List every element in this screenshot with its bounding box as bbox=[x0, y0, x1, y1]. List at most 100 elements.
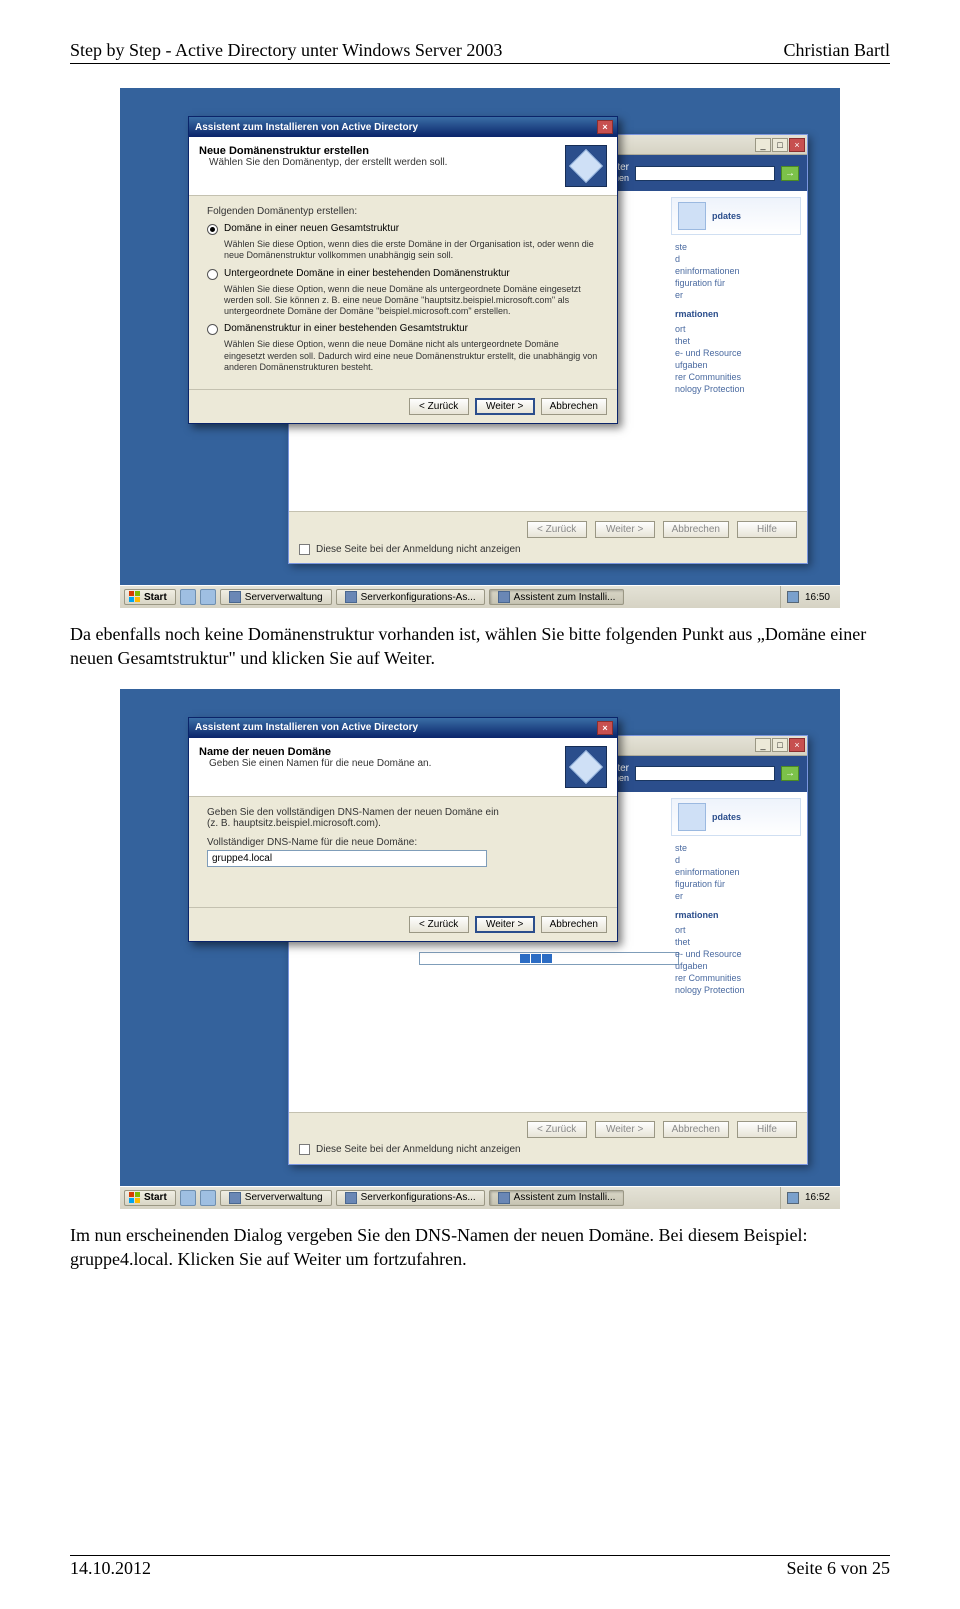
radio-new-forest-label: Domäne in einer neuen Gesamtstruktur bbox=[224, 223, 399, 234]
rp-link[interactable]: nology Protection bbox=[675, 383, 797, 395]
bg-back-button[interactable]: < Zurück bbox=[527, 521, 587, 538]
wizard-title: Assistent zum Installieren von Active Di… bbox=[195, 722, 418, 733]
rp-link[interactable]: rer Communities bbox=[675, 972, 797, 984]
dns-name-label: Vollständiger DNS-Name für die neue Domä… bbox=[207, 837, 599, 848]
rp-section-title: rmationen bbox=[671, 303, 801, 321]
wizard-back-button[interactable]: < Zurück bbox=[409, 916, 469, 933]
wizard-close-button[interactable]: × bbox=[597, 120, 613, 134]
updates-icon bbox=[678, 202, 706, 230]
tray-icon[interactable] bbox=[787, 591, 799, 603]
radio-child-domain-label: Untergeordnete Domäne in einer bestehend… bbox=[224, 268, 510, 279]
rp-link[interactable]: eninformationen bbox=[675, 866, 797, 878]
close-button[interactable]: × bbox=[789, 138, 805, 152]
rp-link[interactable]: d bbox=[675, 253, 797, 265]
bg-cancel-button[interactable]: Abbrechen bbox=[663, 521, 729, 538]
bg-next-button[interactable]: Weiter > bbox=[595, 1121, 655, 1138]
search-go-button[interactable]: → bbox=[781, 766, 799, 781]
taskbar-item[interactable]: Assistent zum Installi... bbox=[489, 589, 625, 605]
rp-link[interactable]: e- und Resource bbox=[675, 347, 797, 359]
rp-link[interactable]: ste bbox=[675, 842, 797, 854]
wizard-next-button[interactable]: Weiter > bbox=[475, 916, 535, 933]
help-search-input[interactable] bbox=[635, 766, 775, 781]
doc-header-left: Step by Step - Active Directory unter Wi… bbox=[70, 40, 502, 61]
taskbar-item[interactable]: Serververwaltung bbox=[220, 589, 332, 605]
quicklaunch-icon[interactable] bbox=[180, 589, 196, 605]
rp-link[interactable]: ste bbox=[675, 241, 797, 253]
rp-link[interactable]: d bbox=[675, 854, 797, 866]
rp-link[interactable]: nology Protection bbox=[675, 984, 797, 996]
ad-icon bbox=[565, 746, 607, 788]
maximize-button[interactable]: □ bbox=[772, 738, 788, 752]
rp-link[interactable]: ufgaben bbox=[675, 359, 797, 371]
windows-flag-icon bbox=[129, 591, 141, 603]
right-panel: pdates ste d eninformationen figuration … bbox=[671, 798, 801, 998]
radio-tree-existing[interactable] bbox=[207, 324, 218, 335]
wizard-next-button[interactable]: Weiter > bbox=[475, 398, 535, 415]
wizard-cancel-button[interactable]: Abbrechen bbox=[541, 916, 607, 933]
ad-wizard: Assistent zum Installieren von Active Di… bbox=[188, 717, 618, 942]
wizard-step-sub: Wählen Sie den Domänentyp, der erstellt … bbox=[199, 157, 555, 168]
wizard-step-sub: Geben Sie einen Namen für die neue Domän… bbox=[199, 758, 555, 769]
rp-link[interactable]: er bbox=[675, 890, 797, 902]
minimize-button[interactable]: _ bbox=[755, 138, 771, 152]
dont-show-label: Diese Seite bei der Anmeldung nicht anze… bbox=[316, 1144, 521, 1155]
taskbar-item[interactable]: Serverkonfigurations-As... bbox=[336, 1190, 485, 1206]
rp-link[interactable]: ufgaben bbox=[675, 960, 797, 972]
wizard-close-button[interactable]: × bbox=[597, 721, 613, 735]
wizard-step-title: Neue Domänenstruktur erstellen bbox=[199, 145, 555, 157]
quicklaunch-icon[interactable] bbox=[200, 1190, 216, 1206]
rp-link[interactable]: figuration für bbox=[675, 878, 797, 890]
right-panel: pdates ste d eninformationen figuration … bbox=[671, 197, 801, 397]
quicklaunch-icon[interactable] bbox=[180, 1190, 196, 1206]
wizard-intro: Folgenden Domänentyp erstellen: bbox=[207, 206, 599, 217]
doc-footer-date: 14.10.2012 bbox=[70, 1558, 151, 1579]
dns-name-input[interactable]: gruppe4.local bbox=[207, 850, 487, 867]
doc-header-right: Christian Bartl bbox=[784, 40, 891, 61]
bg-next-button[interactable]: Weiter > bbox=[595, 521, 655, 538]
rp-link[interactable]: ort bbox=[675, 323, 797, 335]
rp-link[interactable]: er bbox=[675, 289, 797, 301]
rp-link[interactable]: thet bbox=[675, 936, 797, 948]
wizard-back-button[interactable]: < Zurück bbox=[409, 398, 469, 415]
wizard-cancel-button[interactable]: Abbrechen bbox=[541, 398, 607, 415]
quicklaunch-icon[interactable] bbox=[200, 589, 216, 605]
taskbar: Start Serververwaltung Serverkonfigurati… bbox=[120, 585, 840, 608]
bg-help-button[interactable]: Hilfe bbox=[737, 1121, 797, 1138]
wizard-step-title: Name der neuen Domäne bbox=[199, 746, 555, 758]
taskbar-item[interactable]: Serverkonfigurations-As... bbox=[336, 589, 485, 605]
dont-show-checkbox[interactable] bbox=[299, 1144, 310, 1155]
bg-cancel-button[interactable]: Abbrechen bbox=[663, 1121, 729, 1138]
radio-new-forest-desc: Wählen Sie diese Option, wenn dies die e… bbox=[207, 239, 599, 268]
wizard-instruction-1: Geben Sie den vollständigen DNS-Namen de… bbox=[207, 807, 599, 818]
bg-help-button[interactable]: Hilfe bbox=[737, 521, 797, 538]
help-search-input[interactable] bbox=[635, 166, 775, 181]
search-go-button[interactable]: → bbox=[781, 166, 799, 181]
radio-child-domain[interactable] bbox=[207, 269, 218, 280]
close-button[interactable]: × bbox=[789, 738, 805, 752]
rp-link[interactable]: thet bbox=[675, 335, 797, 347]
screenshot-2: _ □ × Hilfe- und Supportcenter durchsuch… bbox=[120, 689, 840, 1209]
ad-wizard: Assistent zum Installieren von Active Di… bbox=[188, 116, 618, 424]
maximize-button[interactable]: □ bbox=[772, 138, 788, 152]
tray-icon[interactable] bbox=[787, 1192, 799, 1204]
radio-tree-existing-desc: Wählen Sie diese Option, wenn die neue D… bbox=[207, 339, 599, 379]
app-icon bbox=[498, 1192, 510, 1204]
rp-link[interactable]: e- und Resource bbox=[675, 948, 797, 960]
dont-show-label: Diese Seite bei der Anmeldung nicht anze… bbox=[316, 544, 521, 555]
rp-link[interactable]: ort bbox=[675, 924, 797, 936]
start-button[interactable]: Start bbox=[124, 589, 176, 605]
app-icon bbox=[345, 1192, 357, 1204]
dont-show-checkbox[interactable] bbox=[299, 544, 310, 555]
radio-new-forest[interactable] bbox=[207, 224, 218, 235]
app-icon bbox=[498, 591, 510, 603]
start-button[interactable]: Start bbox=[124, 1190, 176, 1206]
wizard-title: Assistent zum Installieren von Active Di… bbox=[195, 122, 418, 133]
taskbar-item[interactable]: Assistent zum Installi... bbox=[489, 1190, 625, 1206]
rp-link[interactable]: eninformationen bbox=[675, 265, 797, 277]
taskbar-item[interactable]: Serververwaltung bbox=[220, 1190, 332, 1206]
minimize-button[interactable]: _ bbox=[755, 738, 771, 752]
rp-link[interactable]: figuration für bbox=[675, 277, 797, 289]
bg-back-button[interactable]: < Zurück bbox=[527, 1121, 587, 1138]
windows-flag-icon bbox=[129, 1192, 141, 1204]
rp-link[interactable]: rer Communities bbox=[675, 371, 797, 383]
